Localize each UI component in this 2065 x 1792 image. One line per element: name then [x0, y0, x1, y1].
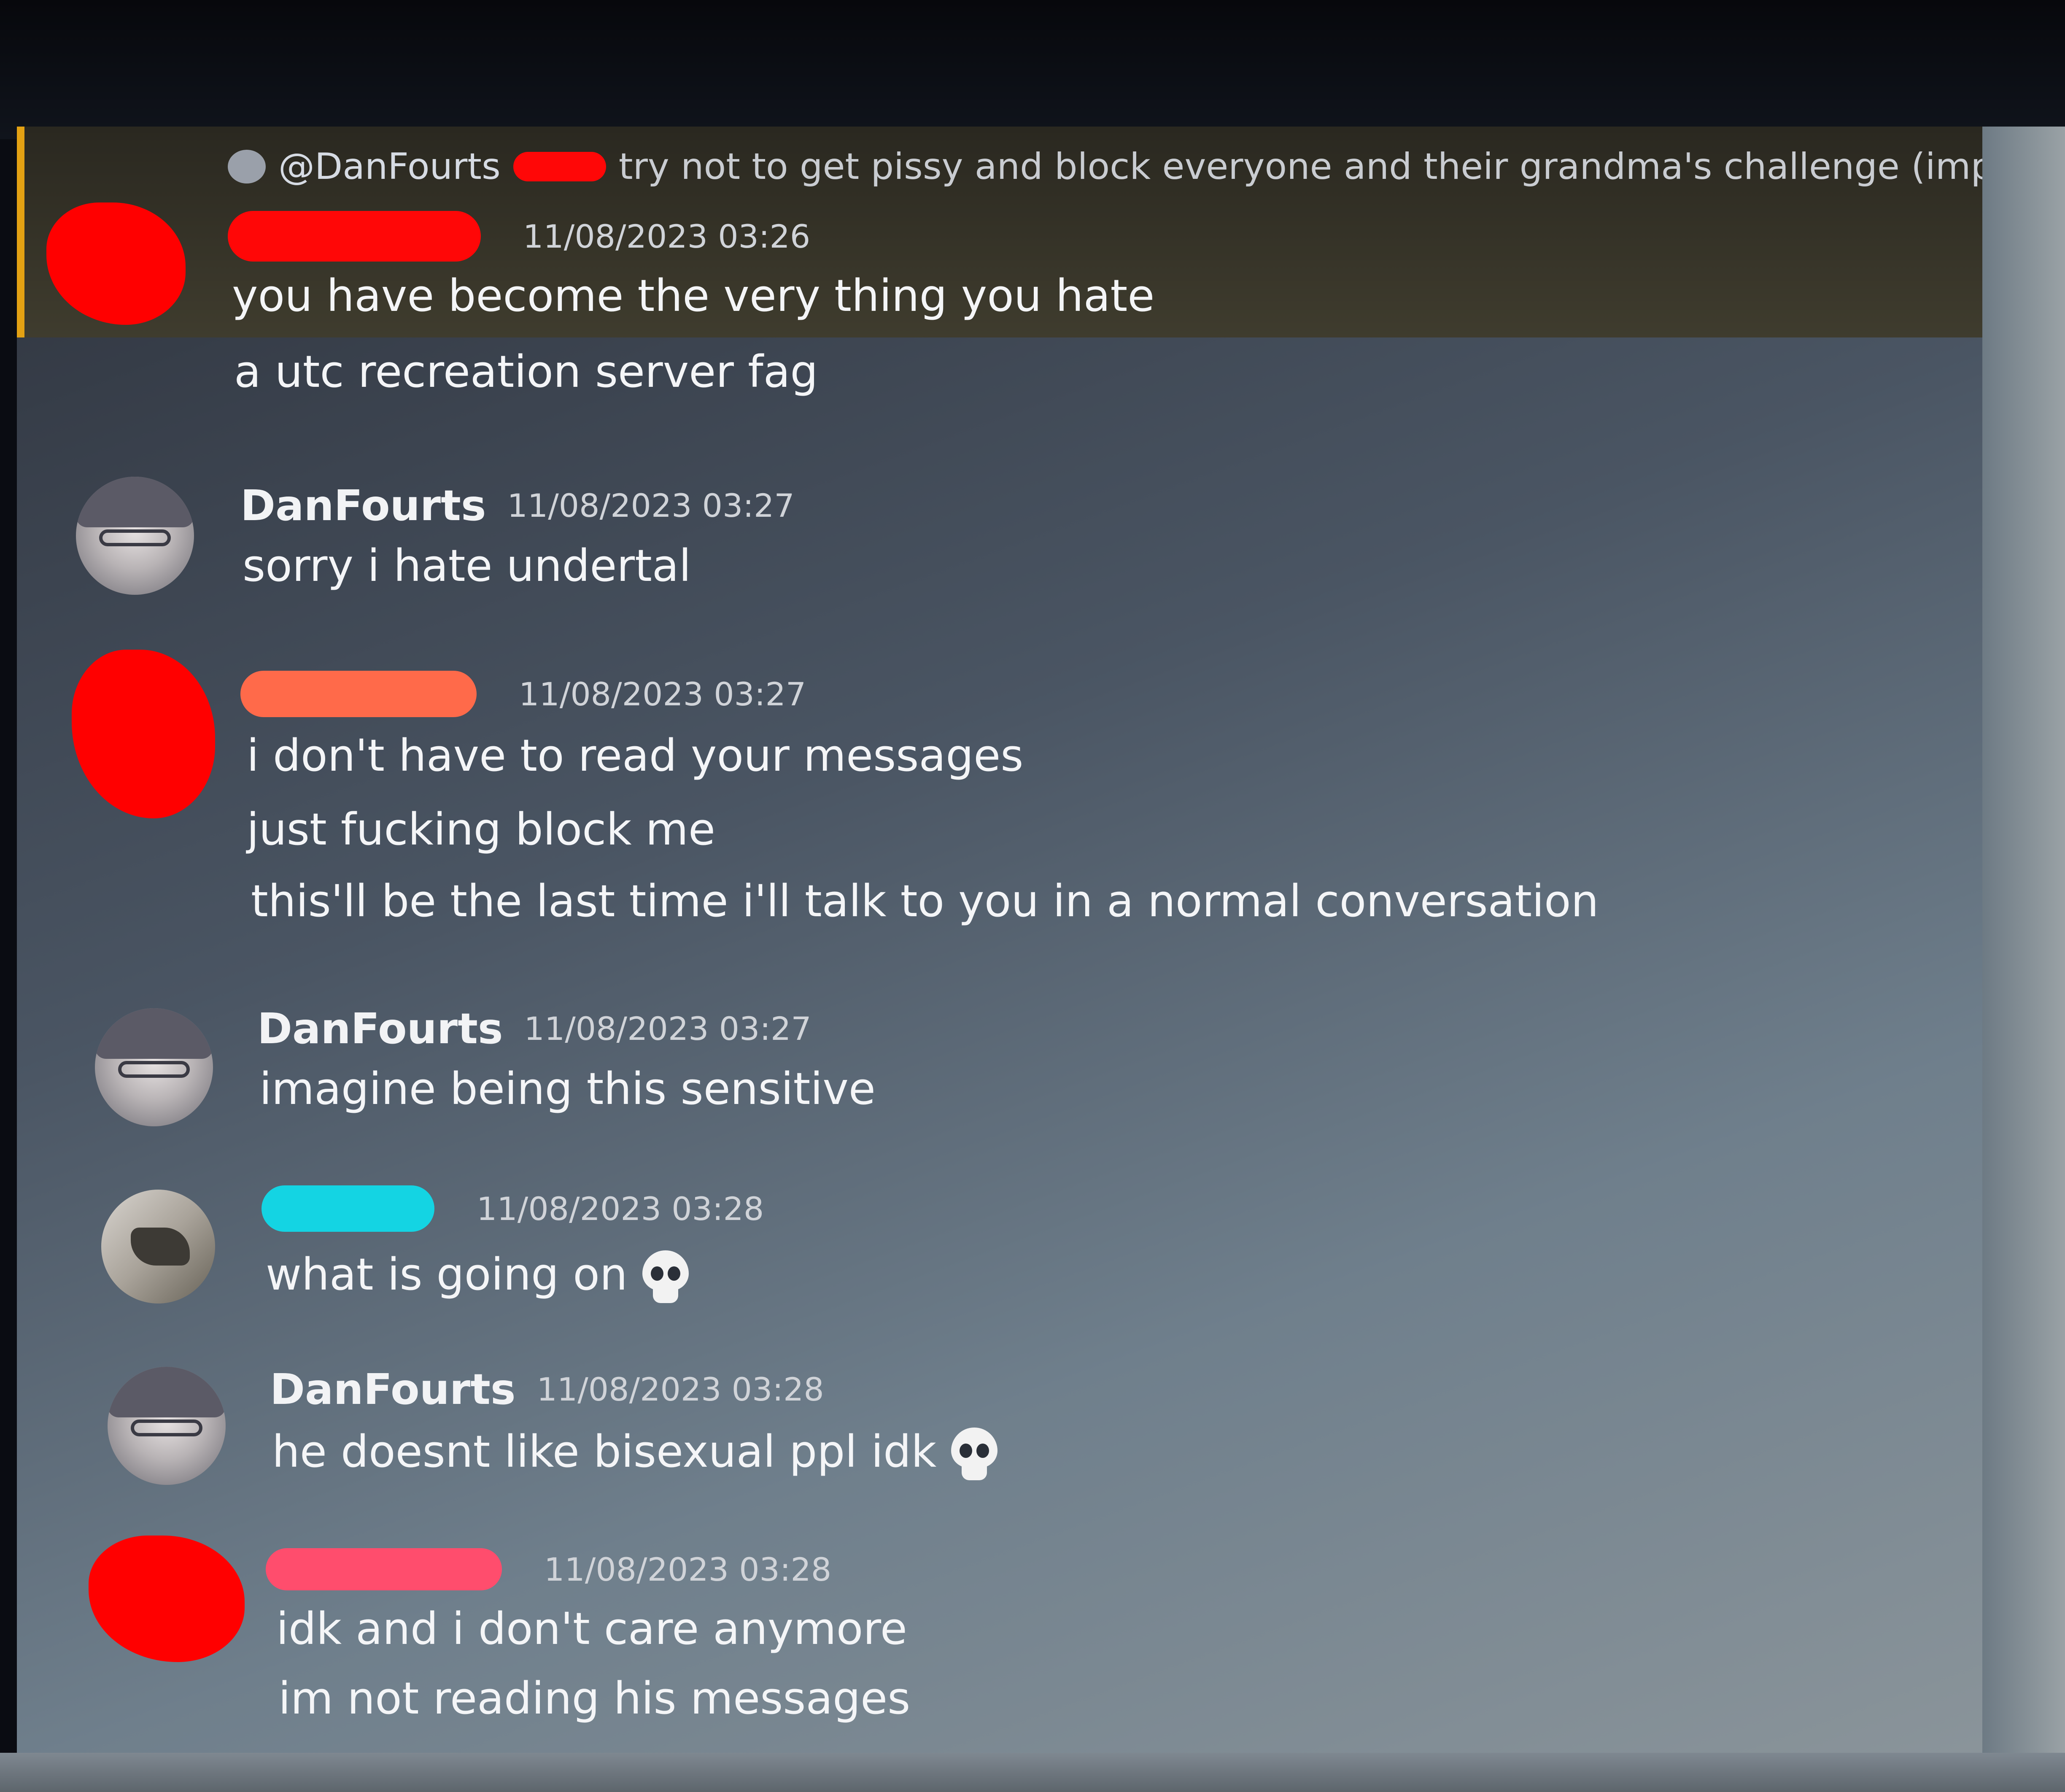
avatar-image-shape — [131, 1228, 190, 1266]
message-text: he doesnt like bisexual ppl idk — [272, 1426, 937, 1477]
monitor-bezel-bottom — [0, 1753, 2065, 1792]
username-redacted[interactable] — [261, 1185, 434, 1232]
timestamp: 11/08/2023 03:28 — [536, 1371, 824, 1408]
message-line: he doesnt like bisexual ppl idk — [272, 1426, 1000, 1482]
message-line: you have become the very thing you hate — [232, 270, 1155, 321]
message-line: imagine being this sensitive — [259, 1063, 876, 1115]
chat-panel[interactable]: @DanFourts try not to get pissy and bloc… — [17, 127, 1982, 1753]
message-line: idk and i don't care anymore — [276, 1603, 907, 1654]
message-line: im not reading his messages — [278, 1673, 911, 1724]
reply-text: try not to get pissy and block everyone … — [618, 146, 1982, 188]
avatar-glasses — [99, 529, 171, 546]
avatar-glasses — [118, 1061, 190, 1078]
photo-frame: @DanFourts try not to get pissy and bloc… — [0, 0, 2065, 1792]
avatar-user[interactable] — [101, 1190, 215, 1304]
timestamp: 11/08/2023 03:26 — [523, 217, 811, 255]
message-line: what is going on — [266, 1249, 691, 1305]
username[interactable]: DanFourts — [240, 481, 486, 530]
skull-emoji-icon — [949, 1427, 1000, 1482]
timestamp: 11/08/2023 03:28 — [544, 1550, 832, 1588]
skull-emoji-icon — [640, 1250, 691, 1305]
monitor-bezel-top — [0, 0, 2065, 139]
avatar-hair — [76, 477, 194, 527]
avatar-redacted[interactable] — [89, 1536, 245, 1662]
timestamp: 11/08/2023 03:27 — [519, 675, 806, 713]
redaction-mark — [513, 152, 606, 181]
message-line: i don't have to read your messages — [247, 730, 1024, 781]
message-line: a utc recreation server fag — [234, 346, 818, 397]
reply-avatar-icon — [228, 150, 266, 184]
username-redacted[interactable] — [228, 211, 481, 262]
reply-mention[interactable]: @DanFourts — [278, 146, 501, 188]
reply-preview[interactable]: @DanFourts try not to get pissy and bloc… — [228, 139, 1982, 194]
avatar-hair — [108, 1367, 226, 1417]
message-line: sorry i hate undertal — [243, 540, 691, 591]
timestamp: 11/08/2023 03:27 — [524, 1010, 811, 1047]
monitor-bezel-right — [1982, 127, 2065, 1753]
avatar-redacted[interactable] — [72, 650, 215, 818]
avatar-danfourts[interactable] — [95, 1008, 213, 1126]
message-line: this'll be the last time i'll talk to yo… — [251, 875, 1599, 927]
timestamp: 11/08/2023 03:28 — [477, 1190, 764, 1228]
username-redacted[interactable] — [240, 671, 477, 717]
avatar-glasses — [131, 1420, 202, 1436]
username[interactable]: DanFourts — [257, 1004, 503, 1053]
message-line: just fucking block me — [247, 804, 715, 855]
username-redacted[interactable] — [266, 1548, 502, 1590]
avatar-hair — [95, 1008, 213, 1059]
avatar-danfourts[interactable] — [76, 477, 194, 595]
message-text: what is going on — [266, 1249, 628, 1300]
username[interactable]: DanFourts — [270, 1365, 515, 1414]
avatar-danfourts[interactable] — [108, 1367, 226, 1485]
timestamp: 11/08/2023 03:27 — [507, 487, 795, 524]
